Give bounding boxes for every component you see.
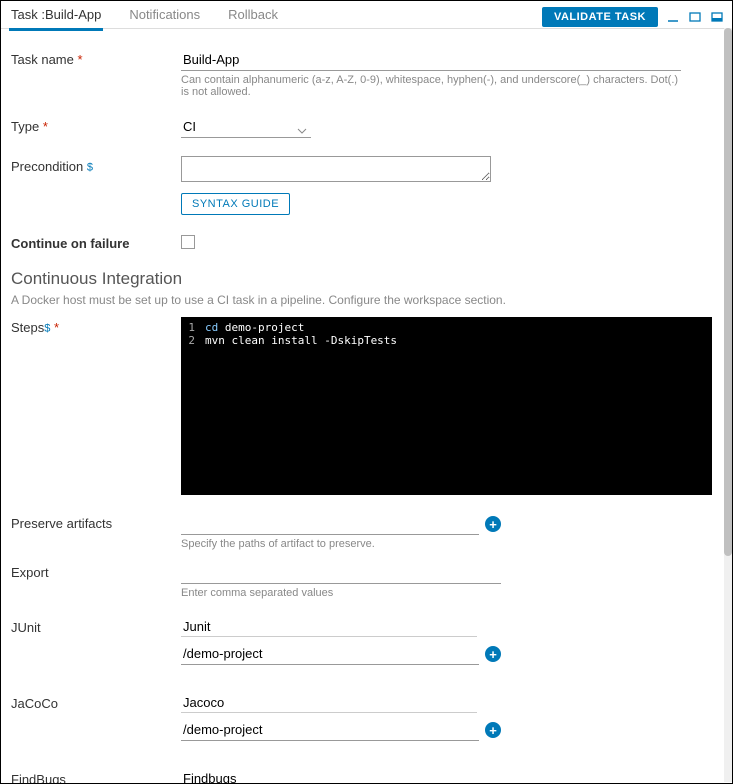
- task-name-input[interactable]: [181, 49, 681, 71]
- code-line: 1 cd demo-project: [185, 321, 708, 334]
- findbugs-name-input[interactable]: [181, 769, 477, 783]
- ci-section-title: Continuous Integration: [11, 269, 712, 289]
- export-input[interactable]: [181, 562, 501, 584]
- findbugs-label: FindBugs: [11, 769, 181, 783]
- maximize-icon[interactable]: [688, 10, 702, 24]
- steps-label: Steps$ *: [11, 317, 181, 335]
- scrollbar-thumb[interactable]: [724, 28, 732, 556]
- continue-on-failure-label: Continue on failure: [11, 233, 181, 251]
- type-select[interactable]: [181, 116, 311, 138]
- type-label: Type *: [11, 116, 181, 134]
- precondition-label: Precondition $: [11, 156, 181, 174]
- minimize-icon[interactable]: [666, 10, 680, 24]
- ci-section-subtitle: A Docker host must be set up to use a CI…: [11, 293, 712, 307]
- jacoco-name-input[interactable]: [181, 693, 477, 713]
- junit-path-input[interactable]: [181, 643, 479, 665]
- add-junit-path-button[interactable]: +: [485, 646, 501, 662]
- export-helper: Enter comma separated values: [181, 587, 681, 599]
- tab-bar: Task :Build-App Notifications Rollback: [9, 3, 542, 31]
- steps-code-editor[interactable]: 1 cd demo-project 2 mvn clean install -D…: [181, 317, 712, 495]
- task-name-label: Task name *: [11, 49, 181, 67]
- syntax-guide-button[interactable]: SYNTAX GUIDE: [181, 193, 290, 215]
- export-label: Export: [11, 562, 181, 580]
- precondition-input[interactable]: [181, 156, 491, 182]
- add-jacoco-path-button[interactable]: +: [485, 722, 501, 738]
- tab-task[interactable]: Task :Build-App: [9, 3, 103, 31]
- tab-rollback[interactable]: Rollback: [226, 3, 280, 31]
- jacoco-label: JaCoCo: [11, 693, 181, 711]
- window-controls: [666, 10, 724, 24]
- preserve-artifacts-label: Preserve artifacts: [11, 513, 181, 531]
- header-bar: Task :Build-App Notifications Rollback V…: [1, 1, 732, 29]
- junit-name-input[interactable]: [181, 617, 477, 637]
- tab-notifications[interactable]: Notifications: [127, 3, 202, 31]
- dock-icon[interactable]: [710, 10, 724, 24]
- jacoco-path-input[interactable]: [181, 719, 479, 741]
- content-area: Task name * Can contain alphanumeric (a-…: [1, 29, 732, 783]
- add-artifact-button[interactable]: +: [485, 516, 501, 532]
- continue-on-failure-checkbox[interactable]: [181, 235, 195, 249]
- task-name-helper: Can contain alphanumeric (a-z, A-Z, 0-9)…: [181, 74, 681, 98]
- validate-task-button[interactable]: VALIDATE TASK: [542, 7, 658, 27]
- junit-label: JUnit: [11, 617, 181, 635]
- code-line: 2 mvn clean install -DskipTests: [185, 334, 708, 347]
- preserve-artifacts-helper: Specify the paths of artifact to preserv…: [181, 538, 681, 550]
- scrollbar[interactable]: [724, 28, 732, 782]
- preserve-artifacts-input[interactable]: [181, 513, 479, 535]
